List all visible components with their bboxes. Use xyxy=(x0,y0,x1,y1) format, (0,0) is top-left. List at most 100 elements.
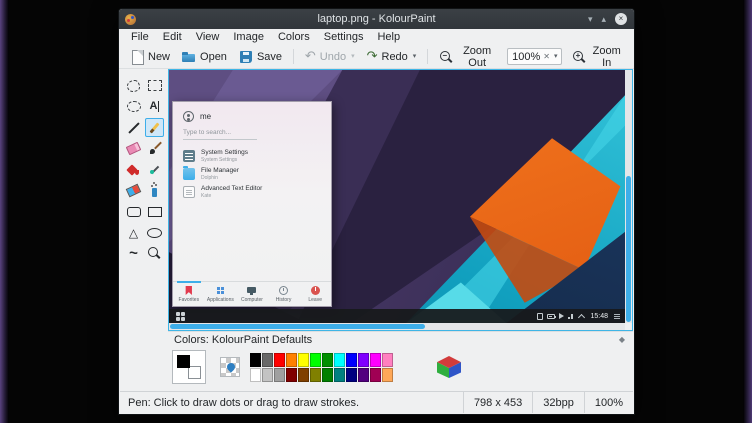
palette-color-row1-5[interactable] xyxy=(310,353,321,367)
palette-color-row1-7[interactable] xyxy=(334,353,345,367)
close-button[interactable]: × xyxy=(615,13,627,25)
palette-color-row1-6[interactable] xyxy=(322,353,333,367)
minimize-button[interactable]: ▾ xyxy=(588,15,593,24)
palette-color-row1-8[interactable] xyxy=(346,353,357,367)
clipboard-icon xyxy=(537,313,543,320)
palette-color-row1-11[interactable] xyxy=(382,353,393,367)
tool-rounded-rectangle[interactable] xyxy=(124,202,143,221)
tool-curve[interactable] xyxy=(124,244,143,263)
horizontal-scrollbar[interactable] xyxy=(169,323,625,330)
vertical-scrollbar-thumb[interactable] xyxy=(626,176,631,322)
tool-box xyxy=(120,69,168,391)
desktop-wallpaper-edge-right xyxy=(743,0,752,423)
color-similarity-cube-icon[interactable] xyxy=(437,356,461,378)
palette-color-row2-7[interactable] xyxy=(334,368,345,382)
menu-edit[interactable]: Edit xyxy=(156,30,189,44)
tool-ellipse[interactable] xyxy=(145,223,164,242)
color-palette xyxy=(250,353,393,382)
favorites-icon xyxy=(184,286,193,295)
transparent-color-swatch[interactable] xyxy=(220,357,240,377)
palette-color-row2-8[interactable] xyxy=(346,368,357,382)
palette-color-row2-1[interactable] xyxy=(262,368,273,382)
tool-line[interactable] xyxy=(124,118,143,137)
canvas-scroll-area: me Type to search... System SettingsSyst… xyxy=(168,69,633,331)
undo-button[interactable]: ↶ Undo ▾ xyxy=(300,48,360,65)
tool-rectangular-selection[interactable] xyxy=(145,76,164,95)
menu-help[interactable]: Help xyxy=(370,30,407,44)
palette-color-row1-3[interactable] xyxy=(286,353,297,367)
palette-color-row2-2[interactable] xyxy=(274,368,285,382)
tool-free-form-selection[interactable] xyxy=(124,76,143,95)
palette-color-row1-10[interactable] xyxy=(370,353,381,367)
palette-color-row1-0[interactable] xyxy=(250,353,261,367)
canvas[interactable]: me Type to search... System SettingsSyst… xyxy=(169,70,625,323)
palette-color-row2-9[interactable] xyxy=(358,368,369,382)
main-toolbar: New Open Save ↶ Undo ▾ ↷ Redo ▾ Zoom Out… xyxy=(119,45,634,69)
kickoff-item: System SettingsSystem Settings xyxy=(183,149,321,163)
palette-color-row2-5[interactable] xyxy=(310,368,321,382)
palette-color-row1-4[interactable] xyxy=(298,353,309,367)
palette-color-row2-10[interactable] xyxy=(370,368,381,382)
status-doc-size: 798 x 453 xyxy=(463,392,532,413)
foreground-color-swatch[interactable] xyxy=(177,355,190,368)
redo-button[interactable]: ↷ Redo ▾ xyxy=(362,48,422,65)
zoom-clear-icon[interactable]: ✕ xyxy=(543,53,550,61)
zoom-in-button[interactable]: Zoom In xyxy=(567,43,628,71)
zoom-out-button[interactable]: Zoom Out xyxy=(434,43,502,71)
panel-handle-icon xyxy=(614,313,620,320)
palette-color-row2-11[interactable] xyxy=(382,368,393,382)
maximize-button[interactable]: ▴ xyxy=(601,15,606,24)
zoom-dropdown-icon[interactable]: ▾ xyxy=(554,53,558,60)
kickoff-item: Advanced Text EditorKate xyxy=(183,185,321,199)
palette-color-row1-2[interactable] xyxy=(274,353,285,367)
zoom-in-icon xyxy=(572,50,586,64)
zoom-level-combobox[interactable]: 100% ✕ ▾ xyxy=(507,48,562,65)
tool-rectangle[interactable] xyxy=(145,202,164,221)
system-settings-icon xyxy=(183,150,195,162)
new-button[interactable]: New xyxy=(125,48,175,66)
palette-color-row2-3[interactable] xyxy=(286,368,297,382)
new-document-icon xyxy=(130,50,144,64)
window-titlebar[interactable]: laptop.png - KolourPaint ▾ ▴ × xyxy=(119,9,634,29)
horizontal-scrollbar-thumb[interactable] xyxy=(170,324,425,329)
kickoff-menu-image-content: me Type to search... System SettingsSyst… xyxy=(172,101,332,307)
menu-colors[interactable]: Colors xyxy=(271,30,317,44)
tool-flood-fill[interactable] xyxy=(124,160,143,179)
open-button[interactable]: Open xyxy=(177,48,232,66)
kickoff-tab-strip: FavoritesApplicationsComputerHistoryLeav… xyxy=(173,281,331,306)
tool-zoom[interactable] xyxy=(145,244,164,263)
vertical-scrollbar[interactable] xyxy=(625,70,632,323)
tool-elliptical-selection[interactable] xyxy=(124,97,143,116)
tool-pen[interactable] xyxy=(145,118,164,137)
menu-view[interactable]: View xyxy=(189,30,227,44)
tool-text[interactable] xyxy=(145,97,164,116)
scrollbar-corner xyxy=(625,323,632,330)
redo-dropdown-icon: ▾ xyxy=(413,53,417,60)
status-color-depth: 32bpp xyxy=(532,392,584,413)
menu-file[interactable]: File xyxy=(124,30,156,44)
tool-polygon[interactable] xyxy=(124,223,143,242)
desktop-wallpaper-edge-left xyxy=(0,0,9,423)
palette-color-row1-1[interactable] xyxy=(262,353,273,367)
user-avatar-icon xyxy=(183,111,194,122)
palette-color-row2-6[interactable] xyxy=(322,368,333,382)
palette-color-row1-9[interactable] xyxy=(358,353,369,367)
kickoff-search-field: Type to search... xyxy=(183,129,257,140)
applications-icon xyxy=(216,286,225,295)
battery-icon xyxy=(547,314,555,319)
menu-image[interactable]: Image xyxy=(226,30,271,44)
tool-spraycan[interactable] xyxy=(145,181,164,200)
tool-color-eraser[interactable] xyxy=(124,181,143,200)
app-launcher-icon xyxy=(176,312,180,316)
tool-color-picker[interactable] xyxy=(145,160,164,179)
tool-eraser[interactable] xyxy=(124,139,143,158)
history-icon xyxy=(279,286,288,295)
palette-color-row2-0[interactable] xyxy=(250,368,261,382)
tool-brush[interactable] xyxy=(145,139,164,158)
dock-float-button[interactable]: ◆ xyxy=(619,336,625,344)
foreground-background-swatch[interactable] xyxy=(172,350,206,384)
network-icon xyxy=(568,313,575,319)
palette-color-row2-4[interactable] xyxy=(298,368,309,382)
save-button[interactable]: Save xyxy=(234,48,287,66)
menu-settings[interactable]: Settings xyxy=(317,30,371,44)
